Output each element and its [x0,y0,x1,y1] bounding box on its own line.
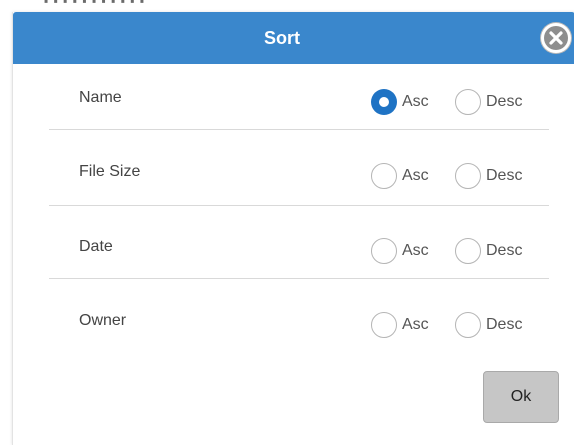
owner-desc-option[interactable]: Desc [455,311,522,339]
desc-label: Desc [486,93,523,110]
owner-desc-radio[interactable] [455,312,481,338]
name-asc-radio[interactable] [371,89,397,115]
name-desc-option[interactable]: Desc [455,88,522,116]
date-desc-radio[interactable] [455,238,481,264]
asc-label: Asc [402,167,429,184]
file-size-desc-radio[interactable] [455,163,481,189]
row-divider [49,129,549,130]
file-size-asc-option[interactable]: Asc [371,162,429,190]
dialog-title: Sort [264,28,300,48]
row-divider [49,205,549,206]
asc-label: Asc [402,93,429,110]
desc-label: Desc [486,242,523,259]
sort-row-date: Date Asc Desc [37,237,549,311]
date-asc-radio[interactable] [371,238,397,264]
ok-button[interactable]: Ok [483,371,559,423]
name-desc-radio[interactable] [455,89,481,115]
field-label-file-size: File Size [79,163,141,180]
sort-dialog: Sort Name Asc Desc File Size Asc Desc Da… [12,12,574,445]
close-circle-icon [544,26,568,50]
background-page-strip: ▪ ▪ ▪ ▪ ▪ ▪ ▪ ▪ ▪ ▪ ▪ [0,0,574,10]
dialog-header: Sort [13,12,574,64]
field-label-owner: Owner [79,312,127,329]
owner-asc-radio[interactable] [371,312,397,338]
sort-row-owner: Owner Asc Desc [37,311,549,385]
sort-row-name: Name Asc Desc [37,88,549,162]
date-desc-option[interactable]: Desc [455,237,522,265]
sort-row-file-size: File Size Asc Desc [37,162,549,236]
field-label-name: Name [79,89,122,106]
date-asc-option[interactable]: Asc [371,237,429,265]
desc-label: Desc [486,167,523,184]
desc-label: Desc [486,316,523,333]
file-size-desc-option[interactable]: Desc [455,162,522,190]
asc-label: Asc [402,316,429,333]
owner-asc-option[interactable]: Asc [371,311,429,339]
field-label-date: Date [79,238,113,255]
close-button[interactable] [541,23,571,53]
asc-label: Asc [402,242,429,259]
name-asc-option[interactable]: Asc [371,88,429,116]
background-partial-text: ▪ ▪ ▪ ▪ ▪ ▪ ▪ ▪ ▪ ▪ ▪ [44,0,146,8]
file-size-asc-radio[interactable] [371,163,397,189]
row-divider [49,278,549,279]
